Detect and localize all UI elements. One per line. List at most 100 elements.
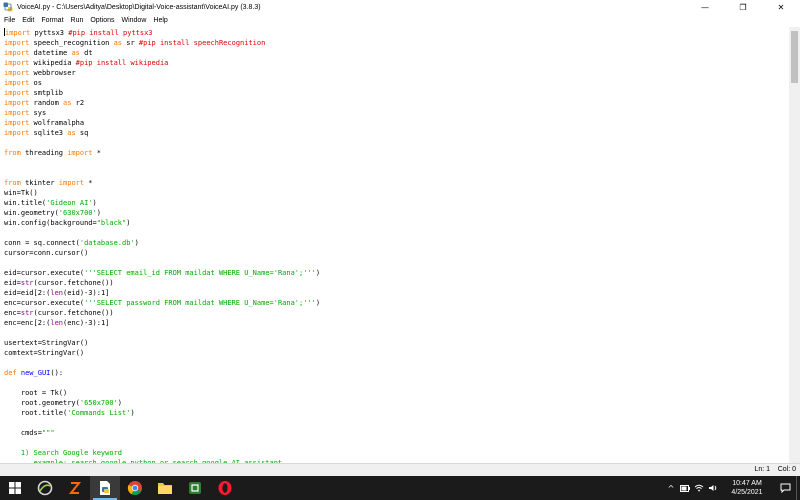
- code-token: str: [20, 279, 34, 287]
- code-token: import: [4, 79, 30, 87]
- minimize-button[interactable]: —: [686, 0, 724, 14]
- code-line[interactable]: cmds=""": [4, 428, 789, 438]
- taskbar: ^ 10:47 AM 4/25/2021: [0, 476, 800, 500]
- code-token: ): [92, 199, 97, 207]
- scrollbar-thumb[interactable]: [791, 31, 798, 83]
- code-token: (cursor.fetchone()): [33, 279, 114, 287]
- code-line[interactable]: [4, 138, 789, 148]
- code-line[interactable]: root.title('Commands List'): [4, 408, 789, 418]
- code-token: import: [4, 89, 30, 97]
- code-line[interactable]: eid=str(cursor.fetchone()): [4, 278, 789, 288]
- code-line[interactable]: enc=enc[2:(len(enc)-3):1]: [4, 318, 789, 328]
- notification-icon: [780, 483, 790, 493]
- code-line[interactable]: [4, 158, 789, 168]
- code-line[interactable]: [4, 358, 789, 368]
- python-icon: [3, 2, 13, 12]
- code-token: new_GUI: [20, 369, 51, 377]
- code-line[interactable]: enc=cursor.execute('''SELECT password FR…: [4, 298, 789, 308]
- code-line[interactable]: [4, 418, 789, 428]
- code-line[interactable]: win.config(background="black"): [4, 218, 789, 228]
- code-token: '630x700': [58, 209, 97, 217]
- code-line[interactable]: import sqlite3 as sq: [4, 128, 789, 138]
- battery-icon[interactable]: [678, 476, 692, 500]
- taskbar-idle[interactable]: [90, 476, 120, 500]
- code-line[interactable]: import webbrowser: [4, 68, 789, 78]
- opera-icon: [218, 481, 232, 495]
- idle-document-icon: [100, 481, 110, 495]
- menu-window[interactable]: Window: [121, 17, 146, 24]
- taskbar-opera[interactable]: [210, 476, 240, 500]
- taskbar-app-2[interactable]: [60, 476, 90, 500]
- code-line[interactable]: [4, 228, 789, 238]
- code-line[interactable]: [4, 378, 789, 388]
- vertical-scrollbar[interactable]: [789, 27, 800, 463]
- code-line[interactable]: [4, 438, 789, 448]
- code-line[interactable]: comtext=StringVar(): [4, 348, 789, 358]
- code-token: ): [96, 209, 101, 217]
- code-line[interactable]: win=Tk(): [4, 188, 789, 198]
- code-line[interactable]: conn = sq.connect('database.db'): [4, 238, 789, 248]
- taskbar-app-1[interactable]: [30, 476, 60, 500]
- code-line[interactable]: import datetime as dt: [4, 48, 789, 58]
- code-token: import: [4, 119, 30, 127]
- code-line[interactable]: def new_GUI():: [4, 368, 789, 378]
- code-line[interactable]: import os: [4, 78, 789, 88]
- code-line[interactable]: import wolframalpha: [4, 118, 789, 128]
- notification-center[interactable]: [774, 476, 796, 500]
- code-token: import: [4, 109, 30, 117]
- chevron-up-icon[interactable]: ^: [664, 476, 678, 500]
- code-line[interactable]: import wikipedia #pip install wikipedia: [4, 58, 789, 68]
- code-line[interactable]: import speech_recognition as sr #pip ins…: [4, 38, 789, 48]
- code-line[interactable]: root.geometry('650x700'): [4, 398, 789, 408]
- app-spiral-icon: [37, 480, 53, 496]
- taskbar-app-3[interactable]: [180, 476, 210, 500]
- code-token: '650x700': [79, 399, 118, 407]
- code-line[interactable]: cursor=conn.cursor(): [4, 248, 789, 258]
- code-line[interactable]: eid=eid[2:(len(eid)-3):1]: [4, 288, 789, 298]
- windows-logo-icon: [9, 482, 21, 494]
- code-line[interactable]: enc=str(cursor.fetchone()): [4, 308, 789, 318]
- menu-format[interactable]: Format: [41, 17, 63, 24]
- system-clock[interactable]: 10:47 AM 4/25/2021: [720, 476, 774, 500]
- code-line[interactable]: win.title('Gideon AI'): [4, 198, 789, 208]
- code-line[interactable]: import random as r2: [4, 98, 789, 108]
- code-line[interactable]: import pyttsx3 #pip install pyttsx3: [4, 28, 789, 38]
- menu-file[interactable]: File: [4, 17, 15, 24]
- code-line[interactable]: [4, 328, 789, 338]
- taskbar-chrome[interactable]: [120, 476, 150, 500]
- code-token: speech_recognition: [29, 39, 114, 47]
- clock-time: 10:47 AM: [732, 480, 762, 487]
- code-line[interactable]: usertext=StringVar(): [4, 338, 789, 348]
- close-button[interactable]: ✕: [762, 0, 800, 14]
- menu-help[interactable]: Help: [153, 17, 167, 24]
- menu-run[interactable]: Run: [71, 17, 84, 24]
- wifi-icon[interactable]: [692, 476, 706, 500]
- code-token: def: [4, 369, 17, 377]
- code-text[interactable]: import pyttsx3 #pip install pyttsx3 impor…: [0, 27, 789, 463]
- code-token: import: [58, 179, 85, 187]
- code-line[interactable]: 1) Search Google keyword: [4, 448, 789, 458]
- show-desktop-button[interactable]: [796, 476, 800, 500]
- code-editor[interactable]: import pyttsx3 #pip install pyttsx3 impor…: [0, 27, 789, 463]
- menu-edit[interactable]: Edit: [22, 17, 34, 24]
- maximize-button[interactable]: ❐: [724, 0, 762, 14]
- code-token: as: [71, 49, 80, 57]
- code-line[interactable]: eid=cursor.execute('''SELECT email_id FR…: [4, 268, 789, 278]
- code-token: as: [67, 129, 76, 137]
- menu-options[interactable]: Options: [90, 17, 114, 24]
- start-button[interactable]: [0, 476, 30, 500]
- code-line[interactable]: win.geometry('630x700'): [4, 208, 789, 218]
- code-token: #pip install wikipedia: [75, 59, 169, 67]
- code-line[interactable]: root = Tk(): [4, 388, 789, 398]
- code-line[interactable]: from threading import *: [4, 148, 789, 158]
- code-line[interactable]: [4, 258, 789, 268]
- code-token: ): [126, 219, 131, 227]
- code-token: (enc)-3):1]: [63, 319, 110, 327]
- volume-icon[interactable]: [706, 476, 720, 500]
- code-line[interactable]: from tkinter import *: [4, 178, 789, 188]
- code-line[interactable]: import sys: [4, 108, 789, 118]
- code-line[interactable]: import smtplib: [4, 88, 789, 98]
- code-line[interactable]: [4, 168, 789, 178]
- taskbar-file-explorer[interactable]: [150, 476, 180, 500]
- title-bar[interactable]: VoiceAI.py - C:\Users\Aditya\Desktop\Dig…: [0, 0, 800, 14]
